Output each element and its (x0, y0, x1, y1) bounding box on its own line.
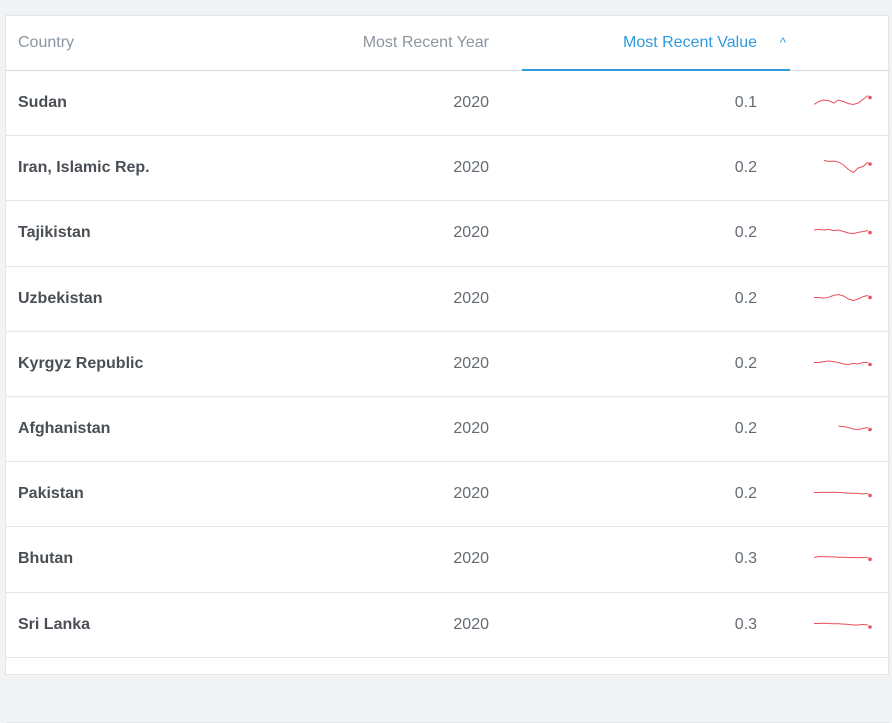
most-recent-year: 2020 (453, 289, 489, 307)
trend-sparkline[interactable] (814, 284, 876, 314)
chevron-up-icon[interactable]: ^ (780, 16, 786, 70)
country-name[interactable]: Tajikistan (18, 201, 91, 265)
country-name[interactable]: Bhutan (18, 527, 73, 591)
most-recent-year: 2020 (453, 485, 489, 503)
most-recent-value: 0.2 (734, 419, 757, 437)
data-table: Country Most Recent Year Most Recent Val… (5, 15, 890, 723)
sparkline-line (814, 491, 869, 495)
table-row[interactable]: Uzbekistan 2020 0.2 (6, 267, 890, 332)
table-row[interactable]: Pakistan 2020 0.2 (6, 462, 890, 528)
sparkline-endpoint (868, 624, 872, 629)
column-header-year[interactable]: Most Recent Year (306, 16, 489, 71)
most-recent-year: 2020 (453, 354, 489, 372)
sparkline-endpoint (868, 493, 872, 498)
most-recent-year: 2020 (453, 419, 489, 437)
trend-sparkline[interactable] (814, 610, 876, 640)
sparkline-line (838, 425, 869, 431)
sparkline-endpoint (868, 95, 872, 100)
table-row[interactable]: Sudan 2020 0.1 (6, 71, 890, 137)
table-row[interactable]: Kyrgyz Republic 2020 0.2 (6, 332, 890, 397)
sparkline-endpoint (868, 231, 872, 235)
most-recent-value: 0.2 (734, 354, 757, 372)
trend-sparkline[interactable] (814, 544, 876, 574)
trend-sparkline[interactable] (814, 218, 876, 248)
most-recent-year: 2020 (453, 224, 489, 242)
sparkline-line (814, 360, 868, 365)
most-recent-value: 0.1 (734, 94, 757, 111)
most-recent-value: 0.2 (734, 159, 757, 177)
sparkline-line (823, 160, 869, 174)
most-recent-value: 0.2 (734, 224, 757, 242)
sparkline-line (814, 556, 869, 559)
table-body: Sudan 2020 0.1 Iran, Islamic Rep. 2020 0.2 Taj… (6, 71, 890, 723)
table-row[interactable]: Bhutan 2020 0.3 (6, 527, 890, 593)
trend-sparkline[interactable] (814, 88, 876, 118)
most-recent-value: 0.2 (734, 485, 757, 503)
sparkline-line (814, 622, 869, 625)
table-row[interactable]: Tajikistan 2020 0.2 (6, 201, 890, 267)
most-recent-value: 0.3 (734, 615, 757, 633)
table-row[interactable] (6, 658, 890, 723)
sparkline-endpoint (868, 162, 872, 166)
most-recent-year: 2020 (453, 159, 489, 177)
trend-sparkline[interactable] (814, 153, 876, 183)
country-name[interactable]: Afghanistan (18, 397, 110, 461)
most-recent-year: 2020 (453, 615, 489, 633)
sparkline-line (814, 293, 869, 301)
table-row[interactable]: Afghanistan 2020 0.2 (6, 397, 890, 463)
sparkline-endpoint (868, 427, 872, 432)
country-name[interactable]: Sudan (18, 71, 67, 135)
column-header-value-label: Most Recent Value (623, 34, 757, 51)
table-row[interactable]: Iran, Islamic Rep. 2020 0.2 (6, 136, 890, 202)
sparkline-endpoint (868, 295, 872, 299)
sparkline-endpoint (868, 557, 872, 562)
column-header-country[interactable]: Country (18, 16, 74, 71)
sparkline-endpoint (868, 362, 872, 367)
table-row[interactable]: Sri Lanka 2020 0.3 (6, 593, 890, 658)
trend-sparkline[interactable] (814, 479, 876, 509)
trend-sparkline[interactable] (814, 414, 876, 444)
most-recent-value: 0.3 (734, 550, 757, 568)
country-name[interactable]: Iran, Islamic Rep. (18, 136, 150, 200)
most-recent-year: 2020 (453, 94, 489, 111)
sparkline-line (814, 95, 869, 106)
most-recent-value: 0.2 (734, 289, 757, 307)
country-name[interactable]: Pakistan (18, 462, 84, 526)
sparkline-line (814, 229, 869, 235)
country-name[interactable]: Uzbekistan (18, 267, 102, 331)
trend-sparkline[interactable] (814, 349, 876, 379)
most-recent-year: 2020 (453, 550, 489, 568)
column-header-value-sorted[interactable]: Most Recent Value ^ (522, 16, 790, 71)
country-name[interactable]: Sri Lanka (18, 593, 90, 657)
country-name[interactable]: Kyrgyz Republic (18, 332, 143, 396)
table-header: Country Most Recent Year Most Recent Val… (6, 16, 890, 71)
